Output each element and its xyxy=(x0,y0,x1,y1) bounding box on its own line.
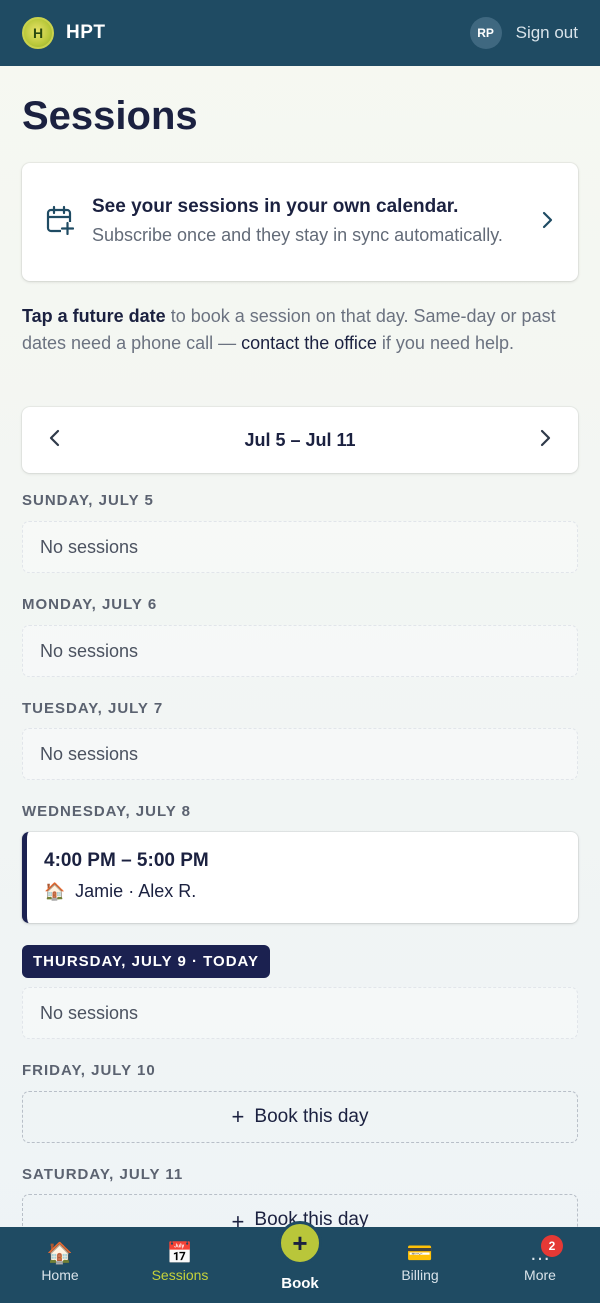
day-label-sunday: SUNDAY, JULY 5 xyxy=(22,492,154,509)
week-navigator: Jul 5 – Jul 11 xyxy=(22,407,578,473)
bottom-navigation: 🏠 Home 📅 Sessions + Book 💳 Billing … Mor… xyxy=(0,1221,600,1303)
page-title: Sessions xyxy=(22,94,198,138)
nav-more-label: More xyxy=(524,1267,556,1283)
home-icon: 🏠 xyxy=(46,1242,74,1265)
no-sessions-tuesday: No sessions xyxy=(22,728,578,780)
book-day-label: Book this day xyxy=(254,1106,369,1127)
plus-icon: + xyxy=(231,1209,245,1227)
plus-icon: + xyxy=(231,1104,245,1129)
book-day-button-friday[interactable]: + Book this day xyxy=(22,1091,578,1143)
book-fab-button[interactable]: + xyxy=(278,1221,322,1265)
avatar[interactable]: RP xyxy=(469,17,502,49)
next-week-button[interactable] xyxy=(540,427,552,453)
notification-badge: 2 xyxy=(541,1235,563,1257)
booking-instructions: Tap a future date to book a session on t… xyxy=(22,303,582,357)
session-participants-row: 🏠 Jamie · Alex R. xyxy=(44,881,578,902)
no-sessions-thursday: No sessions xyxy=(22,987,578,1039)
credit-card-icon: 💳 xyxy=(406,1242,434,1265)
session-time: 4:00 PM – 5:00 PM xyxy=(44,850,209,871)
instructions-bold: Tap a future date xyxy=(22,306,166,326)
no-sessions-monday: No sessions xyxy=(22,625,578,677)
week-range-label: Jul 5 – Jul 11 xyxy=(244,429,356,450)
session-participants: Jamie · Alex R. xyxy=(75,881,197,901)
calendar-subscribe-description: Subscribe once and they stay in sync aut… xyxy=(92,224,503,245)
nav-home-label: Home xyxy=(41,1267,79,1283)
nav-more[interactable]: … More xyxy=(480,1227,600,1303)
previous-week-button[interactable] xyxy=(48,427,60,453)
calendar-icon: 📅 xyxy=(166,1242,194,1265)
brand-name: HPT xyxy=(66,22,106,43)
sign-out-link[interactable]: Sign out xyxy=(516,23,578,43)
instructions-text-2: if you need help. xyxy=(376,333,515,353)
day-label-today: THURSDAY, JULY 9 · TODAY xyxy=(22,945,271,978)
day-label-monday: MONDAY, JULY 6 xyxy=(22,596,158,613)
day-label-friday: FRIDAY, JULY 10 xyxy=(22,1062,156,1079)
calendar-subscribe-card[interactable]: See your sessions in your own calendar. … xyxy=(22,163,578,281)
calendar-subscribe-title: See your sessions in your own calendar. xyxy=(92,195,459,217)
nav-book-label: Book xyxy=(281,1275,319,1292)
nav-home[interactable]: 🏠 Home xyxy=(0,1227,120,1303)
logo-icon: H xyxy=(22,17,54,49)
day-label-saturday: SATURDAY, JULY 11 xyxy=(22,1166,184,1183)
calendar-subscribe-text: See your sessions in your own calendar. … xyxy=(92,196,542,249)
day-label-wednesday: WEDNESDAY, JULY 8 xyxy=(22,803,192,820)
house-icon: 🏠 xyxy=(44,881,66,901)
calendar-plus-icon xyxy=(46,205,75,240)
contact-office-link[interactable]: contact the office xyxy=(241,333,377,353)
day-label-tuesday: TUESDAY, JULY 7 xyxy=(22,700,164,717)
nav-sessions[interactable]: 📅 Sessions xyxy=(120,1227,240,1303)
nav-sessions-label: Sessions xyxy=(151,1267,209,1283)
session-card[interactable]: 4:00 PM – 5:00 PM 🏠 Jamie · Alex R. xyxy=(22,832,578,923)
nav-billing[interactable]: 💳 Billing xyxy=(360,1227,480,1303)
chevron-right-icon xyxy=(542,209,554,235)
no-sessions-sunday: No sessions xyxy=(22,521,578,573)
top-bar: H HPT RP Sign out xyxy=(0,0,600,66)
top-right-actions: RP Sign out xyxy=(469,17,578,49)
nav-billing-label: Billing xyxy=(401,1267,439,1283)
